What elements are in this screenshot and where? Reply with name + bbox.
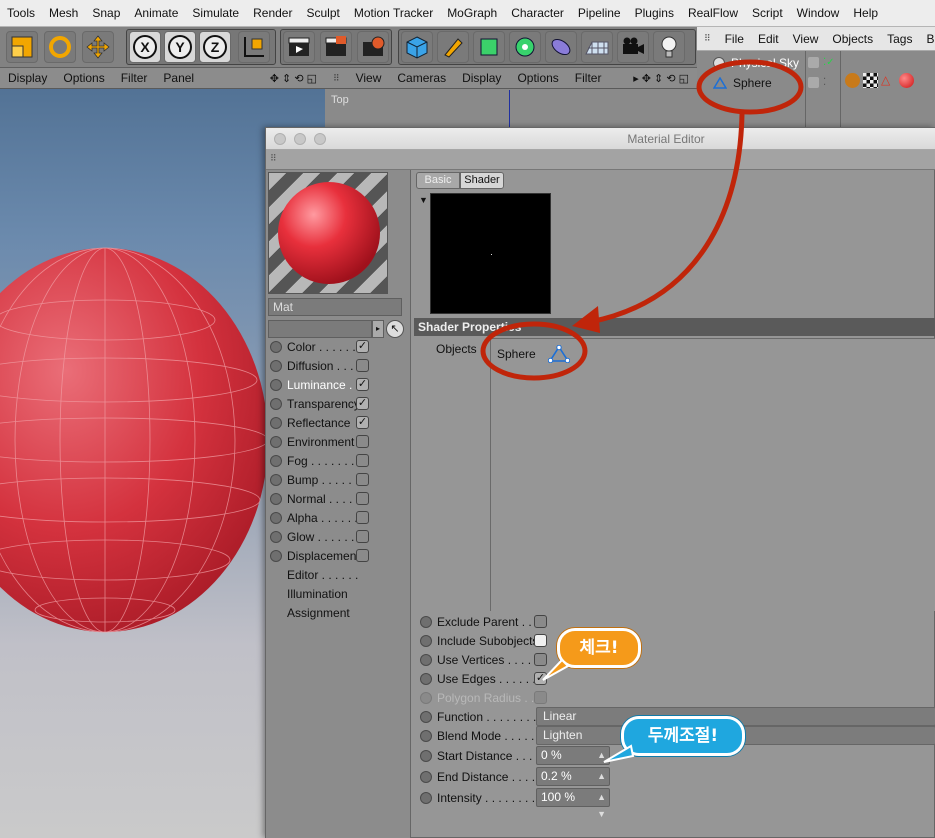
- annotation-overlay: [480, 59, 804, 381]
- highlight-circle: [480, 321, 588, 381]
- arrow-head-icon: [572, 306, 600, 333]
- annotation-arrow: [589, 113, 745, 325]
- bubble-tail: [542, 658, 570, 681]
- highlight-circle: [696, 59, 804, 115]
- thickness-annotation-bubble: 두께조절!: [621, 716, 745, 756]
- bubble-tail: [603, 744, 635, 763]
